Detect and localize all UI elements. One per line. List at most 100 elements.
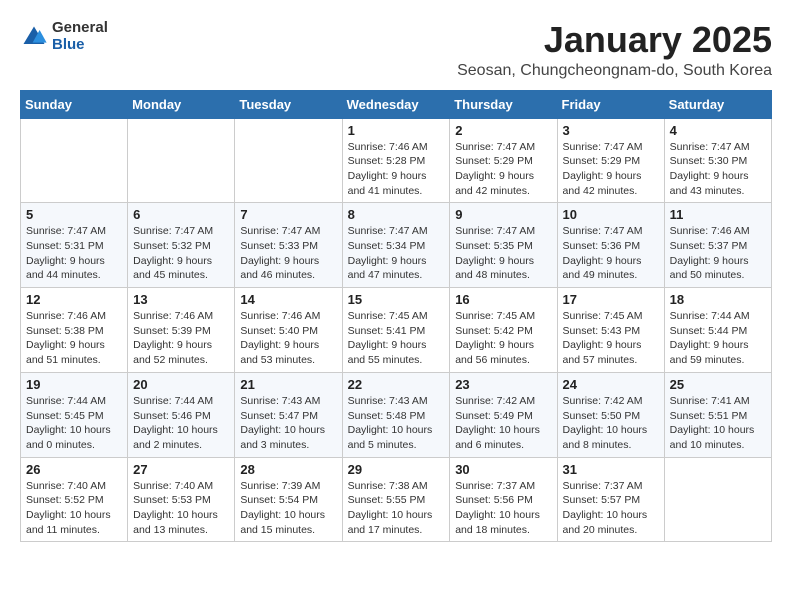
table-row: 10 Sunrise: 7:47 AM Sunset: 5:36 PM Dayli… bbox=[557, 203, 664, 288]
header-sunday: Sunday bbox=[21, 90, 128, 118]
day-info: Sunrise: 7:44 AM Sunset: 5:45 PM Dayligh… bbox=[26, 394, 122, 453]
table-row: 15 Sunrise: 7:45 AM Sunset: 5:41 PM Dayli… bbox=[342, 288, 450, 373]
day-info: Sunrise: 7:44 AM Sunset: 5:44 PM Dayligh… bbox=[670, 309, 766, 368]
table-row: 30 Sunrise: 7:37 AM Sunset: 5:56 PM Dayli… bbox=[450, 457, 557, 542]
day-number: 10 bbox=[563, 207, 659, 222]
day-info: Sunrise: 7:41 AM Sunset: 5:51 PM Dayligh… bbox=[670, 394, 766, 453]
day-info: Sunrise: 7:43 AM Sunset: 5:47 PM Dayligh… bbox=[240, 394, 336, 453]
day-info: Sunrise: 7:47 AM Sunset: 5:36 PM Dayligh… bbox=[563, 224, 659, 283]
header-tuesday: Tuesday bbox=[235, 90, 342, 118]
header-thursday: Thursday bbox=[450, 90, 557, 118]
weekday-header-row: Sunday Monday Tuesday Wednesday Thursday… bbox=[21, 90, 772, 118]
day-number: 21 bbox=[240, 377, 336, 392]
day-number: 15 bbox=[348, 292, 445, 307]
table-row: 23 Sunrise: 7:42 AM Sunset: 5:49 PM Dayli… bbox=[450, 372, 557, 457]
table-row: 9Sunrise: 7:47 AM Sunset: 5:35 PM Daylig… bbox=[450, 203, 557, 288]
day-info: Sunrise: 7:46 AM Sunset: 5:40 PM Dayligh… bbox=[240, 309, 336, 368]
day-number: 11 bbox=[670, 207, 766, 222]
table-row bbox=[664, 457, 771, 542]
day-info: Sunrise: 7:39 AM Sunset: 5:54 PM Dayligh… bbox=[240, 479, 336, 538]
day-info: Sunrise: 7:47 AM Sunset: 5:34 PM Dayligh… bbox=[348, 224, 445, 283]
day-info: Sunrise: 7:45 AM Sunset: 5:43 PM Dayligh… bbox=[563, 309, 659, 368]
table-row: 29 Sunrise: 7:38 AM Sunset: 5:55 PM Dayli… bbox=[342, 457, 450, 542]
day-number: 31 bbox=[563, 462, 659, 477]
day-number: 22 bbox=[348, 377, 445, 392]
table-row: 22Sunrise: 7:43 AM Sunset: 5:48 PM Dayli… bbox=[342, 372, 450, 457]
day-number: 18 bbox=[670, 292, 766, 307]
logo: General Blue bbox=[20, 20, 108, 53]
logo-icon bbox=[20, 23, 48, 51]
table-row: 13Sunrise: 7:46 AM Sunset: 5:39 PM Dayli… bbox=[128, 288, 235, 373]
calendar-table: Sunday Monday Tuesday Wednesday Thursday… bbox=[20, 90, 772, 543]
calendar-week-row: 5Sunrise: 7:47 AM Sunset: 5:31 PM Daylig… bbox=[21, 203, 772, 288]
table-row: 25 Sunrise: 7:41 AM Sunset: 5:51 PM Dayli… bbox=[664, 372, 771, 457]
day-info: Sunrise: 7:47 AM Sunset: 5:32 PM Dayligh… bbox=[133, 224, 229, 283]
day-number: 12 bbox=[26, 292, 122, 307]
location-subtitle: Seosan, Chungcheongnam-do, South Korea bbox=[457, 62, 772, 80]
table-row: 7Sunrise: 7:47 AM Sunset: 5:33 PM Daylig… bbox=[235, 203, 342, 288]
page-header: General Blue January 2025 Seosan, Chungc… bbox=[20, 20, 772, 80]
day-info: Sunrise: 7:40 AM Sunset: 5:53 PM Dayligh… bbox=[133, 479, 229, 538]
header-wednesday: Wednesday bbox=[342, 90, 450, 118]
day-info: Sunrise: 7:46 AM Sunset: 5:38 PM Dayligh… bbox=[26, 309, 122, 368]
day-number: 29 bbox=[348, 462, 445, 477]
day-info: Sunrise: 7:42 AM Sunset: 5:50 PM Dayligh… bbox=[563, 394, 659, 453]
table-row: 21 Sunrise: 7:43 AM Sunset: 5:47 PM Dayli… bbox=[235, 372, 342, 457]
day-number: 17 bbox=[563, 292, 659, 307]
day-number: 1 bbox=[348, 123, 445, 138]
day-number: 27 bbox=[133, 462, 229, 477]
table-row: 17 Sunrise: 7:45 AM Sunset: 5:43 PM Dayli… bbox=[557, 288, 664, 373]
logo-blue: Blue bbox=[52, 37, 108, 54]
day-number: 16 bbox=[455, 292, 551, 307]
table-row: 18 Sunrise: 7:44 AM Sunset: 5:44 PM Dayli… bbox=[664, 288, 771, 373]
day-number: 2 bbox=[455, 123, 551, 138]
table-row: 16 Sunrise: 7:45 AM Sunset: 5:42 PM Dayli… bbox=[450, 288, 557, 373]
day-info: Sunrise: 7:47 AM Sunset: 5:29 PM Dayligh… bbox=[563, 140, 659, 199]
day-number: 9 bbox=[455, 207, 551, 222]
table-row: 2 Sunrise: 7:47 AM Sunset: 5:29 PM Daylig… bbox=[450, 118, 557, 203]
title-section: January 2025 Seosan, Chungcheongnam-do, … bbox=[457, 20, 772, 80]
table-row: 12 Sunrise: 7:46 AM Sunset: 5:38 PM Dayli… bbox=[21, 288, 128, 373]
table-row: 24 Sunrise: 7:42 AM Sunset: 5:50 PM Dayli… bbox=[557, 372, 664, 457]
table-row bbox=[235, 118, 342, 203]
day-number: 19 bbox=[26, 377, 122, 392]
day-number: 23 bbox=[455, 377, 551, 392]
calendar-week-row: 19 Sunrise: 7:44 AM Sunset: 5:45 PM Dayli… bbox=[21, 372, 772, 457]
calendar-week-row: 26 Sunrise: 7:40 AM Sunset: 5:52 PM Dayli… bbox=[21, 457, 772, 542]
logo-general: General bbox=[52, 20, 108, 37]
day-number: 30 bbox=[455, 462, 551, 477]
logo-text: General Blue bbox=[52, 20, 108, 53]
day-info: Sunrise: 7:37 AM Sunset: 5:57 PM Dayligh… bbox=[563, 479, 659, 538]
day-number: 8 bbox=[348, 207, 445, 222]
day-number: 25 bbox=[670, 377, 766, 392]
day-info: Sunrise: 7:37 AM Sunset: 5:56 PM Dayligh… bbox=[455, 479, 551, 538]
table-row: 4 Sunrise: 7:47 AM Sunset: 5:30 PM Daylig… bbox=[664, 118, 771, 203]
table-row: 5Sunrise: 7:47 AM Sunset: 5:31 PM Daylig… bbox=[21, 203, 128, 288]
day-info: Sunrise: 7:45 AM Sunset: 5:41 PM Dayligh… bbox=[348, 309, 445, 368]
day-number: 26 bbox=[26, 462, 122, 477]
table-row bbox=[21, 118, 128, 203]
header-monday: Monday bbox=[128, 90, 235, 118]
table-row bbox=[128, 118, 235, 203]
table-row: 11 Sunrise: 7:46 AM Sunset: 5:37 PM Dayli… bbox=[664, 203, 771, 288]
day-info: Sunrise: 7:40 AM Sunset: 5:52 PM Dayligh… bbox=[26, 479, 122, 538]
header-saturday: Saturday bbox=[664, 90, 771, 118]
table-row: 3Sunrise: 7:47 AM Sunset: 5:29 PM Daylig… bbox=[557, 118, 664, 203]
table-row: 14 Sunrise: 7:46 AM Sunset: 5:40 PM Dayli… bbox=[235, 288, 342, 373]
table-row: 8 Sunrise: 7:47 AM Sunset: 5:34 PM Daylig… bbox=[342, 203, 450, 288]
day-info: Sunrise: 7:46 AM Sunset: 5:37 PM Dayligh… bbox=[670, 224, 766, 283]
day-number: 7 bbox=[240, 207, 336, 222]
day-info: Sunrise: 7:38 AM Sunset: 5:55 PM Dayligh… bbox=[348, 479, 445, 538]
day-info: Sunrise: 7:45 AM Sunset: 5:42 PM Dayligh… bbox=[455, 309, 551, 368]
day-number: 24 bbox=[563, 377, 659, 392]
table-row: 6 Sunrise: 7:47 AM Sunset: 5:32 PM Daylig… bbox=[128, 203, 235, 288]
table-row: 26 Sunrise: 7:40 AM Sunset: 5:52 PM Dayli… bbox=[21, 457, 128, 542]
day-number: 14 bbox=[240, 292, 336, 307]
day-info: Sunrise: 7:42 AM Sunset: 5:49 PM Dayligh… bbox=[455, 394, 551, 453]
day-info: Sunrise: 7:47 AM Sunset: 5:29 PM Dayligh… bbox=[455, 140, 551, 199]
day-info: Sunrise: 7:47 AM Sunset: 5:30 PM Dayligh… bbox=[670, 140, 766, 199]
day-number: 6 bbox=[133, 207, 229, 222]
day-number: 4 bbox=[670, 123, 766, 138]
header-friday: Friday bbox=[557, 90, 664, 118]
month-title: January 2025 bbox=[457, 20, 772, 60]
